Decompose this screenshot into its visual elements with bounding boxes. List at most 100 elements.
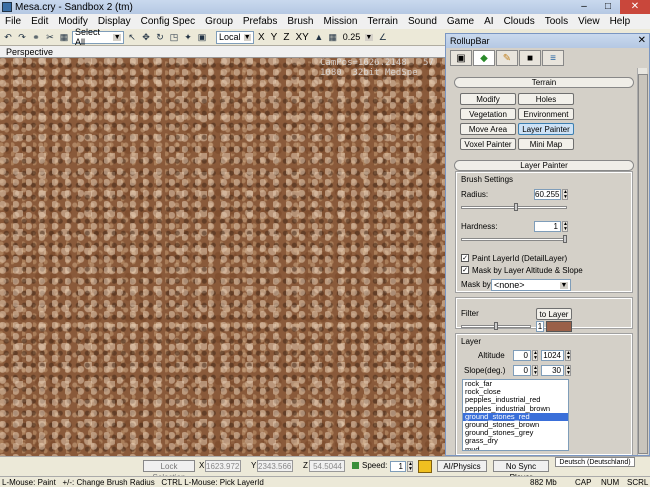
menu-display[interactable]: Display bbox=[93, 16, 136, 27]
rotate-icon[interactable]: ↻ bbox=[154, 31, 166, 43]
to-layer-button[interactable]: to Layer bbox=[536, 308, 572, 320]
align-icon[interactable]: ▣ bbox=[196, 31, 208, 43]
menu-game[interactable]: Game bbox=[442, 16, 479, 27]
menu-clouds[interactable]: Clouds bbox=[499, 16, 540, 27]
menu-view[interactable]: View bbox=[573, 16, 605, 27]
vegetation-button[interactable]: Vegetation bbox=[460, 108, 516, 120]
close-icon[interactable]: ✕ bbox=[638, 34, 646, 48]
speed-input[interactable]: 1 bbox=[390, 461, 406, 472]
coord-system-dropdown[interactable]: Local ▼ bbox=[216, 30, 254, 44]
menu-brush[interactable]: Brush bbox=[282, 16, 318, 27]
pointer-icon[interactable]: ↖ bbox=[126, 31, 138, 43]
menu-edit[interactable]: Edit bbox=[26, 16, 53, 27]
layer-painter-section-header[interactable]: Layer Painter bbox=[454, 160, 634, 171]
ai-physics-button[interactable]: AI/Physics bbox=[437, 460, 487, 472]
tab-layers[interactable]: ≡ bbox=[542, 50, 564, 66]
axis-xy-button[interactable]: XY bbox=[293, 32, 310, 43]
radius-input[interactable]: 60.255 bbox=[534, 189, 561, 200]
hardness-slider[interactable] bbox=[461, 238, 567, 241]
menu-sound[interactable]: Sound bbox=[403, 16, 442, 27]
redo-icon[interactable]: ↷ bbox=[16, 31, 28, 43]
layer-list[interactable]: rock_far rock_close pepples_industrial_r… bbox=[462, 379, 569, 451]
close-button[interactable]: ✕ bbox=[620, 0, 650, 14]
speed-spinner[interactable]: ▲ ▼ bbox=[407, 461, 413, 472]
z-coord-field[interactable]: 54.5044 bbox=[309, 460, 345, 472]
game-mode-icon[interactable] bbox=[418, 460, 432, 473]
no-sync-player-button[interactable]: No Sync Player bbox=[493, 460, 549, 482]
scrollbar-thumb[interactable] bbox=[638, 74, 648, 454]
mask-altitude-checkbox[interactable]: ✓ bbox=[461, 266, 469, 274]
chevron-down-icon: ▼ bbox=[113, 33, 121, 41]
altitude-min-input[interactable]: 0 bbox=[513, 350, 531, 361]
terrain-section-header[interactable]: Terrain bbox=[454, 77, 634, 88]
holes-button[interactable]: Holes bbox=[518, 93, 574, 105]
layer-color-swatch[interactable] bbox=[546, 321, 572, 332]
menu-help[interactable]: Help bbox=[605, 16, 636, 27]
angle-snap-icon[interactable]: ∠ bbox=[377, 31, 389, 43]
menu-terrain[interactable]: Terrain bbox=[362, 16, 403, 27]
slope-min-input[interactable]: 0 bbox=[513, 365, 531, 376]
menu-file[interactable]: File bbox=[0, 16, 26, 27]
altitude-max-input[interactable]: 1024 bbox=[541, 350, 564, 361]
terrain-cube-icon: ◆ bbox=[480, 52, 488, 64]
minimize-button[interactable]: – bbox=[572, 0, 596, 14]
tab-objects[interactable]: ▣ bbox=[450, 50, 472, 66]
menu-modify[interactable]: Modify bbox=[53, 16, 92, 27]
axis-y-button[interactable]: Y bbox=[269, 32, 280, 43]
altitude-min-spinner[interactable]: ▲ ▼ bbox=[532, 350, 538, 361]
select-icon[interactable]: ▦ bbox=[58, 31, 70, 43]
radius-slider-thumb[interactable] bbox=[514, 203, 519, 211]
menu-group[interactable]: Group bbox=[200, 16, 238, 27]
axis-x-button[interactable]: X bbox=[256, 32, 267, 43]
hardness-label: Hardness: bbox=[461, 222, 498, 231]
altitude-max-spinner[interactable]: ▲ ▼ bbox=[565, 350, 571, 361]
pencil-icon: ✎ bbox=[502, 52, 512, 64]
menu-tools[interactable]: Tools bbox=[540, 16, 573, 27]
rollup-scrollbar[interactable] bbox=[637, 68, 648, 455]
grid-icon[interactable]: ▦ bbox=[327, 31, 339, 43]
grid-size-dropdown[interactable]: 0.25 ▼ bbox=[341, 31, 375, 44]
hardness-input[interactable]: 1 bbox=[534, 221, 561, 232]
menu-ai[interactable]: AI bbox=[479, 16, 498, 27]
layer-painter-button[interactable]: Layer Painter bbox=[518, 123, 574, 135]
snap-icon[interactable]: ✦ bbox=[182, 31, 194, 43]
move-icon[interactable]: ✥ bbox=[140, 31, 152, 43]
undo-icon[interactable]: ↶ bbox=[2, 31, 14, 43]
unlink-icon[interactable]: ✂ bbox=[44, 31, 56, 43]
paint-layerid-checkbox[interactable]: ✓ bbox=[461, 254, 469, 262]
scale-icon[interactable]: ◳ bbox=[168, 31, 180, 43]
perspective-viewport[interactable]: CamPos=1626.2148 57 1080 32bit MedSpe bbox=[0, 58, 445, 456]
y-label: Y bbox=[251, 461, 257, 470]
hardness-spinner[interactable]: ▲ ▼ bbox=[562, 221, 568, 232]
filter-value[interactable]: 1 bbox=[536, 321, 544, 332]
menu-prefabs[interactable]: Prefabs bbox=[238, 16, 282, 27]
axis-z-button[interactable]: Z bbox=[281, 32, 291, 43]
terrain-snap-icon[interactable]: ▲ bbox=[313, 31, 325, 43]
voxel-painter-button[interactable]: Voxel Painter bbox=[460, 138, 516, 150]
mask-by-dropdown[interactable]: <none> ▼ bbox=[491, 279, 571, 291]
y-coord-field[interactable]: 2343.566 bbox=[257, 460, 293, 472]
tab-display[interactable]: ■ bbox=[519, 50, 541, 66]
menu-config-spec[interactable]: Config Spec bbox=[136, 16, 200, 27]
x-coord-field[interactable]: 1623.972 bbox=[205, 460, 241, 472]
select-filter-dropdown[interactable]: Select All ▼ bbox=[72, 27, 124, 47]
tab-modeling[interactable]: ✎ bbox=[496, 50, 518, 66]
maximize-button[interactable]: □ bbox=[596, 0, 620, 14]
slope-max-input[interactable]: 30 bbox=[541, 365, 564, 376]
environment-button[interactable]: Environment bbox=[518, 108, 574, 120]
hardness-slider-thumb[interactable] bbox=[563, 235, 567, 243]
move-area-button[interactable]: Move Area bbox=[460, 123, 516, 135]
speed-label: Speed: bbox=[362, 461, 388, 470]
radius-spinner[interactable]: ▲ ▼ bbox=[562, 189, 568, 200]
link-icon[interactable]: ⚭ bbox=[30, 31, 42, 43]
filter-slider-thumb[interactable] bbox=[494, 322, 498, 330]
slope-max-spinner[interactable]: ▲ ▼ bbox=[565, 365, 571, 376]
lock-icon[interactable] bbox=[352, 462, 359, 469]
slope-min-spinner[interactable]: ▲ ▼ bbox=[532, 365, 538, 376]
tab-terrain[interactable]: ◆ bbox=[473, 50, 495, 66]
list-item[interactable]: mud bbox=[463, 445, 568, 450]
modify-button[interactable]: Modify bbox=[460, 93, 516, 105]
mini-map-button[interactable]: Mini Map bbox=[518, 138, 574, 150]
lock-selection-button[interactable]: Lock Selection bbox=[143, 460, 195, 482]
menu-mission[interactable]: Mission bbox=[318, 16, 362, 27]
